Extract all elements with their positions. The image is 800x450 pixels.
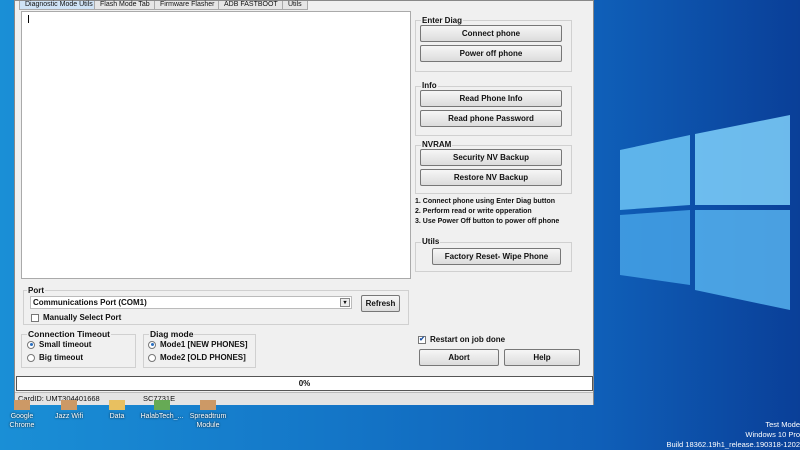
icon-label: Google Chrome <box>9 413 35 429</box>
checkbox-icon[interactable] <box>31 313 39 322</box>
utils-label: Utils <box>421 237 441 246</box>
radio-icon[interactable] <box>148 353 156 362</box>
tab-adb-fastboot[interactable]: ADB FASTBOOT <box>218 1 284 10</box>
desktop-icon-halabtech[interactable]: HalabTech_... <box>140 400 184 421</box>
app-icon <box>200 400 216 410</box>
radio-icon[interactable] <box>27 353 35 362</box>
power-off-button[interactable]: Power off phone <box>420 45 562 62</box>
port-select[interactable]: Communications Port (COM1) ▾ <box>30 296 352 309</box>
read-password-button[interactable]: Read phone Password <box>420 110 562 127</box>
port-label: Port <box>27 286 45 295</box>
desktop-icon-spreadtrum[interactable]: Spreadtrum Module <box>186 400 230 430</box>
factory-reset-button[interactable]: Factory Reset- Wipe Phone <box>432 248 561 265</box>
mode2-radio[interactable]: Mode2 [OLD PHONES] <box>148 353 246 362</box>
manual-port-checkbox[interactable]: Manually Select Port <box>31 313 121 322</box>
desktop-icon-chrome[interactable]: Google Chrome <box>0 400 44 430</box>
radio-selected-icon[interactable] <box>27 340 35 349</box>
desktop-icon-data[interactable]: Data <box>95 400 139 421</box>
tab-flash-mode[interactable]: Flash Mode Tab <box>94 1 156 10</box>
mode2-label: Mode2 [OLD PHONES] <box>160 353 246 362</box>
app-window: Diagnostic Mode Utils Flash Mode Tab Fir… <box>14 0 594 405</box>
instruction-3: 3. Use Power Off button to power off pho… <box>415 218 560 225</box>
read-phone-info-button[interactable]: Read Phone Info <box>420 90 562 107</box>
nvram-label: NVRAM <box>421 140 453 149</box>
icon-label: HalabTech_... <box>140 413 184 420</box>
app-icon <box>154 400 170 410</box>
instruction-1: 1. Connect phone using Enter Diag button <box>415 198 555 205</box>
restore-nv-backup-button[interactable]: Restore NV Backup <box>420 169 562 186</box>
refresh-button[interactable]: Refresh <box>361 295 400 312</box>
big-timeout-label: Big timeout <box>39 353 83 362</box>
restart-checkbox[interactable]: ✔ Restart on job done <box>418 335 505 344</box>
log-output[interactable] <box>21 11 411 279</box>
folder-icon <box>109 400 125 410</box>
icon-label: Data <box>109 413 125 420</box>
windows-logo <box>620 115 790 310</box>
big-timeout-radio[interactable]: Big timeout <box>27 353 83 362</box>
chevron-down-icon[interactable]: ▾ <box>340 298 350 307</box>
abort-button[interactable]: Abort <box>419 349 499 366</box>
icon-label: Jazz Wifi <box>55 413 83 420</box>
tab-firmware-flasher[interactable]: Firmware Flasher <box>154 1 221 10</box>
info-label: Info <box>421 81 438 90</box>
desktop-icon-jazz-wifi[interactable]: Jazz Wifi <box>47 400 91 421</box>
small-timeout-radio[interactable]: Small timeout <box>27 340 91 349</box>
diag-mode-label: Diag mode <box>149 329 195 339</box>
icon-label: Spreadtrum Module <box>189 413 227 429</box>
watermark-build: Build 18362.19h1_release.190318-1202 <box>666 440 800 449</box>
restart-label: Restart on job done <box>430 335 506 344</box>
mode1-radio[interactable]: Mode1 [NEW PHONES] <box>148 340 248 349</box>
manual-port-label: Manually Select Port <box>43 313 122 322</box>
enter-diag-label: Enter Diag <box>421 16 464 25</box>
connect-phone-button[interactable]: Connect phone <box>420 25 562 42</box>
chrome-icon <box>14 400 30 410</box>
instructions: 1. Connect phone using Enter Diag button… <box>415 197 559 227</box>
checkbox-checked-icon[interactable]: ✔ <box>418 335 426 344</box>
watermark-edition: Windows 10 Pro <box>745 430 800 439</box>
tab-utils[interactable]: Utils <box>282 1 308 10</box>
tab-diagnostic-mode[interactable]: Diagnostic Mode Utils <box>19 1 99 10</box>
radio-selected-icon[interactable] <box>148 340 156 349</box>
watermark-test-mode: Test Mode <box>765 420 800 429</box>
small-timeout-label: Small timeout <box>39 340 92 349</box>
help-button[interactable]: Help <box>504 349 580 366</box>
security-nv-backup-button[interactable]: Security NV Backup <box>420 149 562 166</box>
mode1-label: Mode1 [NEW PHONES] <box>160 340 248 349</box>
port-value: Communications Port (COM1) <box>33 298 147 307</box>
timeout-label: Connection Timeout <box>27 329 112 339</box>
instruction-2: 2. Perform read or write opperation <box>415 208 532 215</box>
progress-label: 0% <box>298 379 311 388</box>
wifi-icon <box>61 400 77 410</box>
progress-bar: 0% <box>16 376 593 391</box>
